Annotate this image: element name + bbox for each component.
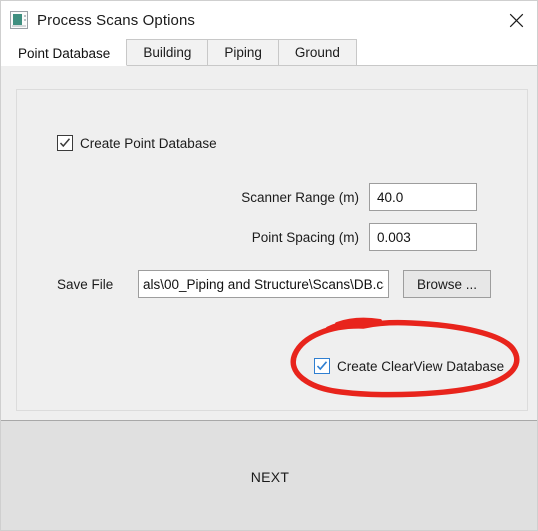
create-point-database-checkbox[interactable] <box>57 135 73 151</box>
create-clearview-database-row[interactable]: Create ClearView Database <box>314 358 504 374</box>
browse-button[interactable]: Browse ... <box>403 270 491 298</box>
point-spacing-input[interactable] <box>369 223 477 251</box>
create-point-database-label: Create Point Database <box>80 135 217 151</box>
save-file-row: Save File Browse ... <box>57 270 491 298</box>
save-file-label: Save File <box>57 276 114 292</box>
next-button[interactable]: NEXT <box>1 420 537 530</box>
process-scans-options-dialog: Process Scans Options Point Database Bui… <box>0 0 538 531</box>
scanner-range-row: Scanner Range (m) <box>17 183 477 211</box>
app-window-icon <box>10 11 28 29</box>
title-bar: Process Scans Options <box>1 1 537 39</box>
tab-content-point-database: Create Point Database Scanner Range (m) … <box>1 66 537 419</box>
tab-building[interactable]: Building <box>126 39 209 65</box>
tab-point-database[interactable]: Point Database <box>1 40 128 66</box>
close-icon[interactable] <box>493 1 537 39</box>
create-point-database-row[interactable]: Create Point Database <box>57 135 217 151</box>
tab-bar: Point Database Building Piping Ground <box>1 39 537 66</box>
point-database-group: Create Point Database Scanner Range (m) … <box>16 89 528 411</box>
point-spacing-label: Point Spacing (m) <box>251 229 359 245</box>
scanner-range-label: Scanner Range (m) <box>241 189 359 205</box>
tab-ground[interactable]: Ground <box>277 39 357 65</box>
create-clearview-database-checkbox[interactable] <box>314 358 330 374</box>
scanner-range-input[interactable] <box>369 183 477 211</box>
window-title: Process Scans Options <box>37 11 196 29</box>
create-clearview-database-label: Create ClearView Database <box>337 358 505 374</box>
save-file-input[interactable] <box>138 270 389 298</box>
point-spacing-row: Point Spacing (m) <box>17 223 477 251</box>
tab-piping[interactable]: Piping <box>207 39 279 65</box>
